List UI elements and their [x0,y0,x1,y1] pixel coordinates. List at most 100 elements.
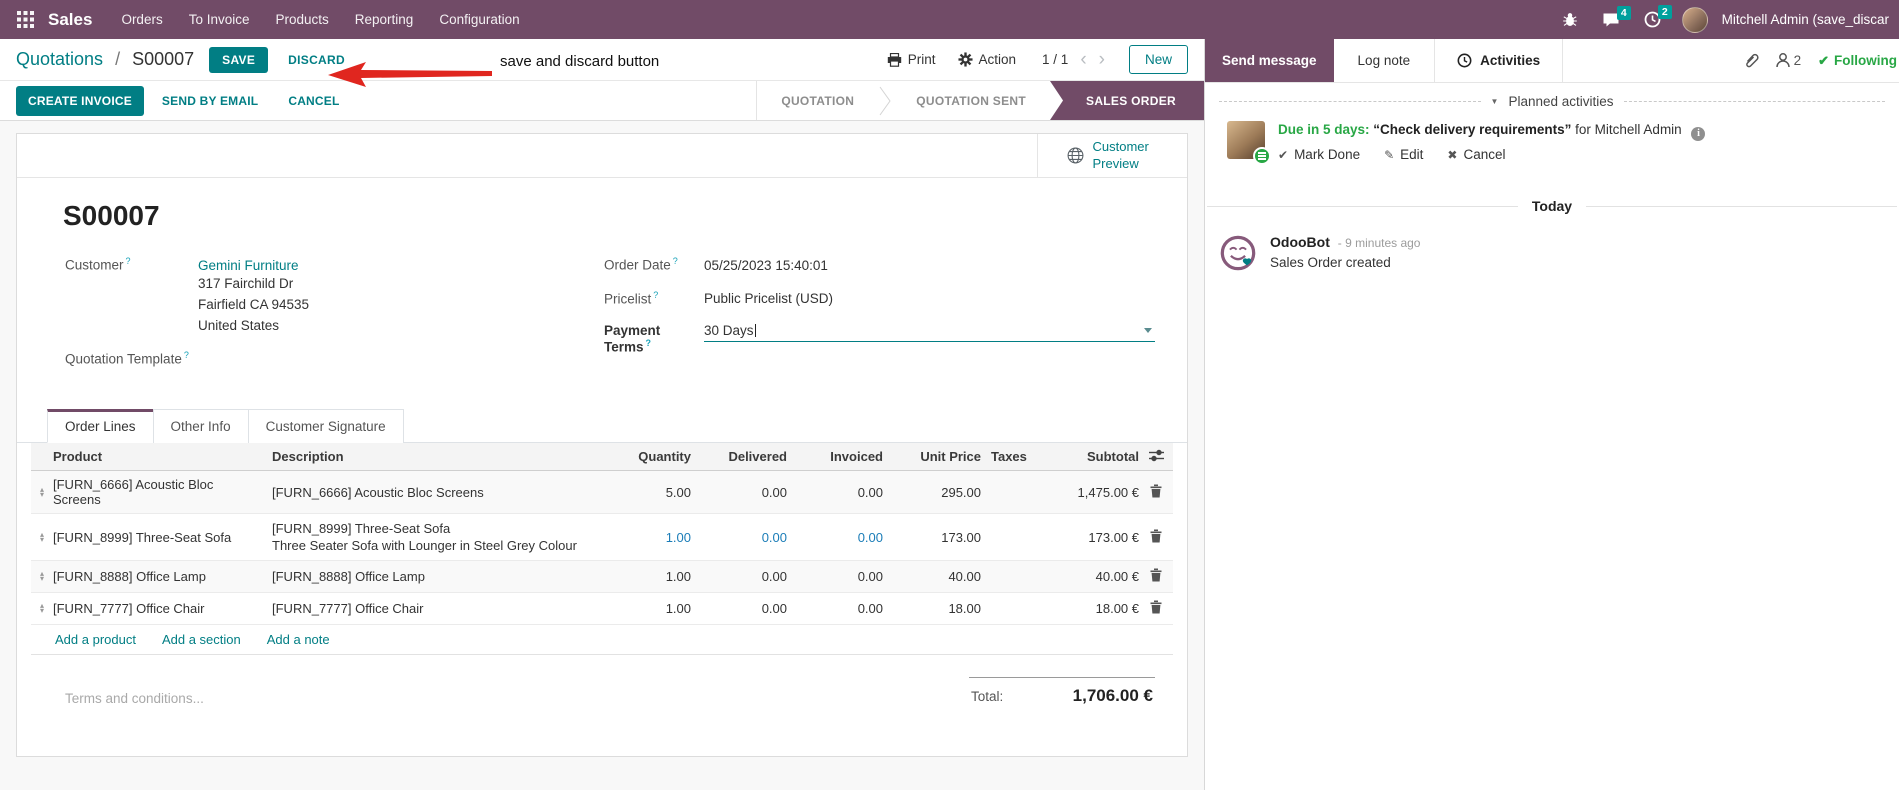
messages-icon[interactable]: 4 [1593,5,1631,32]
col-delivered[interactable]: Delivered [691,449,787,464]
followers-button[interactable]: 2 [1775,53,1801,68]
discard-button[interactable]: DISCARD [288,53,345,67]
col-unit-price[interactable]: Unit Price [883,449,981,464]
quotation-template-field: Quotation Template? [65,350,604,367]
drag-handle-icon[interactable]: ▴ ▾ [40,485,44,498]
planned-activities-header[interactable]: ▼ Planned activities [1219,94,1886,109]
pager-next-icon[interactable]: › [1099,50,1105,69]
status-quotation[interactable]: QUOTATION [757,81,878,120]
print-button[interactable]: Print [887,52,936,67]
bug-icon[interactable] [1553,8,1587,32]
cell-product[interactable]: [FURN_6666] Acoustic Bloc Screens [53,471,268,513]
cell-unit-price[interactable]: 40.00 [883,569,981,584]
order-line-row[interactable]: ▴ ▾ [FURN_8999] Three-Seat Sofa [FURN_899… [31,514,1173,561]
cell-invoiced: 0.00 [857,601,883,616]
save-button[interactable]: SAVE [209,46,269,73]
message-author[interactable]: OdooBot [1270,234,1330,250]
globe-icon [1067,147,1083,164]
order-line-row[interactable]: ▴ ▾ [FURN_8888] Office Lamp [FURN_8888] O… [31,561,1173,593]
menu-to-invoice[interactable]: To Invoice [176,0,263,39]
terms-and-conditions-input[interactable]: Terms and conditions... [65,691,204,706]
paperclip-icon[interactable] [1743,52,1759,69]
user-avatar[interactable] [1681,6,1708,33]
col-description[interactable]: Description [268,442,606,471]
cell-product[interactable]: [FURN_7777] Office Chair [53,595,268,622]
customer-address-line2: Fairfield CA 94535 [198,296,310,312]
cell-description[interactable]: [FURN_8888] Office Lamp [268,562,606,591]
customer-field-value: Gemini Furniture 317 Fairchild Dr Fairfi… [198,258,309,336]
menu-reporting[interactable]: Reporting [342,0,427,39]
app-name[interactable]: Sales [48,10,92,30]
optional-columns-icon[interactable] [1139,449,1173,465]
apps-grid-icon[interactable] [10,5,40,35]
delete-row-button[interactable] [1148,566,1164,587]
col-subtotal[interactable]: Subtotal [1055,449,1139,464]
breadcrumb-quotations-link[interactable]: Quotations [16,49,103,69]
cell-unit-price[interactable]: 295.00 [883,485,981,500]
menu-configuration[interactable]: Configuration [426,0,532,39]
user-name[interactable]: Mitchell Admin (save_discar [1722,12,1889,27]
following-button[interactable]: ✔ Following [1818,53,1897,69]
cell-description[interactable]: [FURN_7777] Office Chair [268,594,606,623]
order-date-label: Order Date? [604,256,678,273]
action-button[interactable]: Action [957,52,1016,67]
col-invoiced[interactable]: Invoiced [787,449,883,464]
add-note-link[interactable]: Add a note [267,632,330,647]
dropdown-caret-icon[interactable] [1144,328,1152,333]
quotation-template-label: Quotation Template? [65,349,189,367]
add-section-link[interactable]: Add a section [162,632,241,647]
menu-products[interactable]: Products [263,0,342,39]
drag-handle-icon[interactable]: ▴ ▾ [40,570,44,583]
customer-name-link[interactable]: Gemini Furniture [198,258,309,273]
cell-product[interactable]: [FURN_8999] Three-Seat Sofa [53,524,268,551]
cell-quantity[interactable]: 1.00 [606,530,691,545]
cell-quantity[interactable]: 1.00 [606,601,691,616]
drag-handle-icon[interactable]: ▴ ▾ [40,602,44,615]
info-icon[interactable] [1691,127,1706,141]
cancel-activity-button[interactable]: ✖ Cancel [1447,147,1505,162]
tab-order-lines[interactable]: Order Lines [47,409,154,443]
edit-activity-button[interactable]: ✎ Edit [1384,147,1423,162]
send-message-button[interactable]: Send message [1205,39,1334,82]
menu-orders[interactable]: Orders [108,0,175,39]
send-by-email-button[interactable]: SEND BY EMAIL [150,86,270,116]
payment-terms-input[interactable]: 30 Days [704,323,1155,342]
drag-handle-icon[interactable]: ▴ ▾ [40,530,44,543]
order-date-value[interactable]: 05/25/2023 15:40:01 [704,258,828,273]
statusbar: QUOTATION QUOTATION SENT SALES ORDER [756,81,1204,120]
delete-row-button[interactable] [1148,527,1164,548]
activities-button[interactable]: Activities [1434,39,1564,82]
order-line-row[interactable]: ▴ ▾ [FURN_6666] Acoustic Bloc Screens [FU… [31,471,1173,514]
cell-unit-price[interactable]: 18.00 [883,601,981,616]
col-taxes[interactable]: Taxes [981,449,1055,464]
delete-row-button[interactable] [1148,482,1164,503]
col-quantity[interactable]: Quantity [606,449,691,464]
cell-product[interactable]: [FURN_8888] Office Lamp [53,563,268,590]
status-sales-order[interactable]: SALES ORDER [1050,81,1204,120]
cell-description[interactable]: [FURN_8999] Three-Seat Sofa Three Seater … [268,514,606,560]
pricelist-value[interactable]: Public Pricelist (USD) [704,291,833,306]
cell-quantity[interactable]: 5.00 [606,485,691,500]
customer-preview-button[interactable]: Customer Preview [1037,134,1187,177]
new-button[interactable]: New [1128,45,1188,74]
log-note-button[interactable]: Log note [1334,39,1435,82]
status-quotation-sent[interactable]: QUOTATION SENT [892,81,1050,120]
cell-invoiced: 0.00 [857,569,883,584]
cancel-button[interactable]: CANCEL [276,86,351,116]
create-invoice-button[interactable]: CREATE INVOICE [16,85,144,116]
annotation-label: save and discard button [500,53,660,70]
pager-previous-icon[interactable]: ‹ [1080,50,1086,69]
control-panel: Quotations / S00007 SAVE DISCARD save an… [0,39,1204,87]
tab-customer-signature[interactable]: Customer Signature [247,409,404,443]
delete-row-button[interactable] [1148,598,1164,619]
activities-clock-icon[interactable]: 2 [1635,5,1672,32]
mark-done-button[interactable]: ✔ Mark Done [1278,147,1360,162]
order-line-row[interactable]: ▴ ▾ [FURN_7777] Office Chair [FURN_7777] … [31,593,1173,625]
col-product[interactable]: Product [53,443,268,470]
tab-other-info[interactable]: Other Info [152,409,249,443]
cell-description[interactable]: [FURN_6666] Acoustic Bloc Screens [268,478,606,507]
check-icon: ✔ [1278,147,1289,162]
cell-quantity[interactable]: 1.00 [606,569,691,584]
cell-unit-price[interactable]: 173.00 [883,530,981,545]
add-product-link[interactable]: Add a product [55,632,136,647]
